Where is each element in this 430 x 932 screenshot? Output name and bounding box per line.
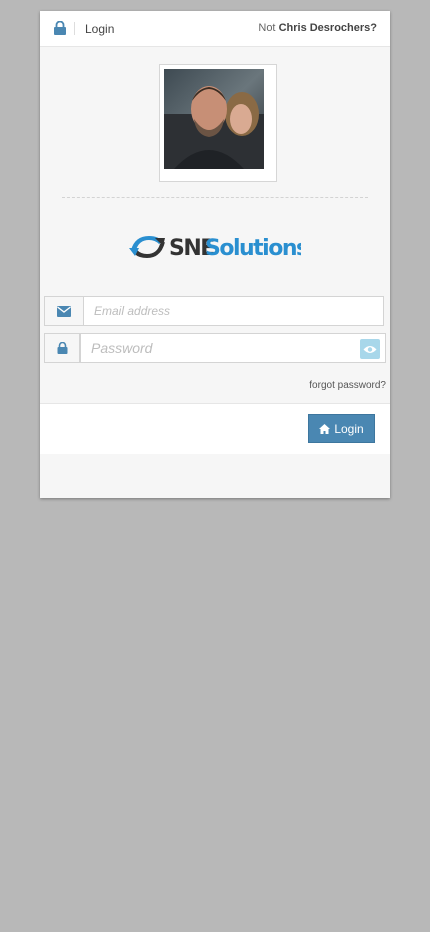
password-addon — [44, 333, 80, 363]
form-footer: Login — [40, 403, 390, 454]
divider — [62, 197, 368, 198]
login-button[interactable]: Login — [308, 414, 375, 443]
user-name: Chris Desrochers? — [278, 22, 377, 34]
not-prefix: Not — [258, 22, 276, 34]
lock-icon — [54, 21, 66, 35]
login-card: Login Not Chris Desrochers? SNE Solution… — [40, 11, 390, 498]
header-separator — [74, 22, 75, 35]
email-field[interactable]: Email address — [83, 296, 384, 326]
header-bar: Login Not Chris Desrochers? — [40, 11, 390, 47]
forgot-password-link[interactable]: forgot password? — [309, 380, 386, 391]
login-button-label: Login — [334, 421, 364, 436]
header-title: Login — [85, 22, 115, 36]
email-addon — [44, 296, 84, 326]
not-user-link[interactable]: Not Chris Desrochers? — [258, 22, 377, 34]
sne-solutions-logo: SNE Solutions — [129, 236, 301, 261]
password-field[interactable]: Password — [80, 333, 386, 363]
lock-icon — [57, 342, 67, 354]
logo-mark-icon — [129, 236, 165, 258]
logo-solutions-text: Solutions — [205, 236, 301, 261]
eye-icon — [363, 345, 377, 353]
home-icon — [319, 423, 331, 434]
email-row: Email address — [44, 296, 386, 326]
avatar — [164, 69, 264, 169]
envelope-icon — [57, 305, 71, 317]
show-password-button[interactable] — [360, 339, 380, 359]
avatar-frame — [159, 64, 277, 182]
password-placeholder: Password — [91, 340, 153, 356]
email-placeholder: Email address — [94, 304, 171, 318]
password-row: Password — [44, 333, 386, 363]
